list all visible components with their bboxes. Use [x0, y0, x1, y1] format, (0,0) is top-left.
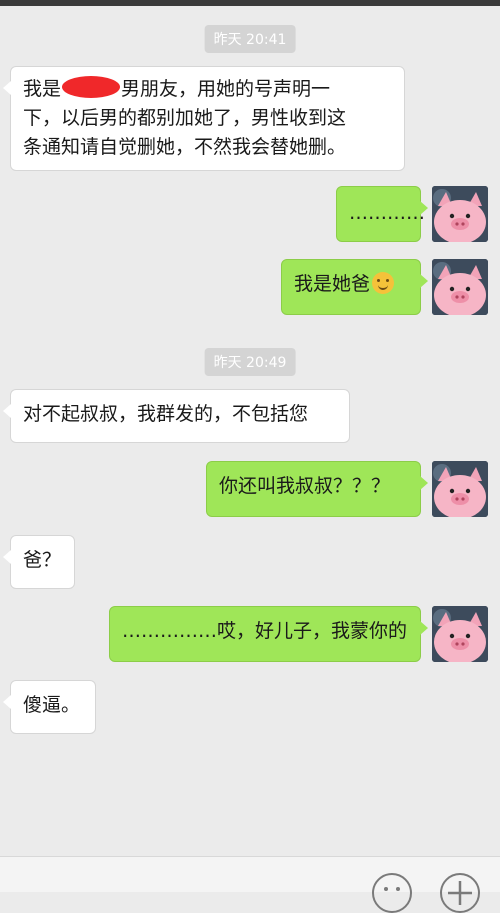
message-text: 傻逼。 — [23, 694, 81, 716]
message-line: 下，以后男的都别加她了，男性收到这 — [23, 107, 347, 129]
plus-icon — [448, 881, 472, 905]
message-text: ………… — [349, 202, 425, 224]
timestamp: 昨天 20:41 — [204, 25, 296, 53]
timestamp: 昨天 20:49 — [204, 348, 296, 376]
message-bubble-incoming[interactable]: 对不起叔叔，我群发的，不包括您 — [3, 389, 350, 443]
message-text: 你还叫我叔叔？？？ — [219, 475, 391, 497]
more-button[interactable] — [440, 873, 480, 913]
emoji-face-icon — [384, 887, 400, 891]
pink-pig-avatar-icon[interactable] — [432, 606, 488, 662]
message-text: ……………哎，好儿子，我蒙你的 — [122, 620, 408, 642]
message-text: 我是她爸 — [294, 273, 371, 295]
pink-pig-avatar-icon[interactable] — [432, 186, 488, 242]
message-bubble-outgoing[interactable]: 你还叫我叔叔？？？ — [206, 461, 428, 517]
message-bubble-incoming[interactable]: 我是 男朋友，用她的号声明一 下，以后男的都别加她了，男性收到这 条通知请自觉删她… — [3, 66, 405, 171]
status-bar-edge — [0, 0, 500, 6]
message-text: 爸？ — [23, 549, 62, 571]
message-bubble-outgoing[interactable]: ……………哎，好儿子，我蒙你的 — [109, 606, 428, 662]
pink-pig-avatar-icon[interactable] — [432, 461, 488, 517]
pink-pig-avatar-icon[interactable] — [432, 259, 488, 315]
smiley-emoji-icon — [372, 272, 395, 294]
redaction-mark — [62, 76, 121, 98]
message-text: 对不起叔叔，我群发的，不包括您 — [23, 403, 309, 425]
message-line: 我是 男朋友，用她的号声明一 — [23, 75, 392, 104]
message-bubble-incoming[interactable]: 爸？ — [3, 535, 75, 589]
input-toolbar — [0, 856, 500, 913]
message-line: 条通知请自觉删她，不然我会替她删。 — [23, 136, 347, 158]
message-bubble-incoming[interactable]: 傻逼。 — [3, 680, 96, 734]
message-text: 我是 — [23, 78, 62, 100]
message-text: 男朋友，用她的号声明一 — [121, 78, 331, 100]
emoji-button[interactable] — [372, 873, 412, 913]
message-bubble-outgoing[interactable]: ………… — [336, 186, 428, 242]
message-bubble-outgoing[interactable]: 我是她爸 — [281, 259, 428, 315]
